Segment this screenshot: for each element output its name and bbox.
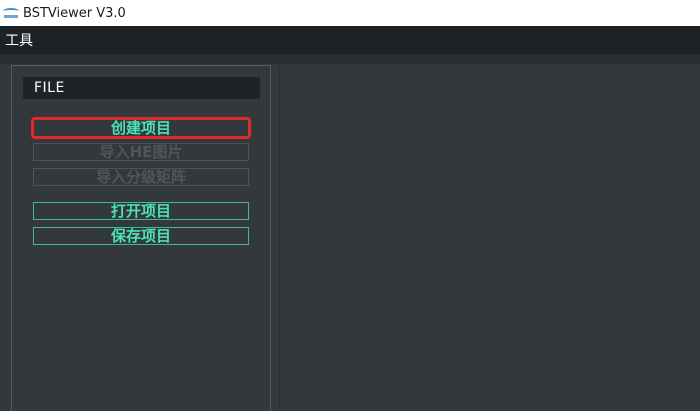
import-grading-matrix-button[interactable]: 导入分级矩阵 bbox=[33, 168, 249, 186]
create-project-button[interactable]: 创建项目 bbox=[31, 117, 251, 139]
window-title: BSTViewer V3.0 bbox=[23, 5, 126, 21]
menubar: 工具 bbox=[0, 26, 700, 54]
save-project-button[interactable]: 保存项目 bbox=[33, 227, 249, 245]
import-he-image-button[interactable]: 导入HE图片 bbox=[33, 143, 249, 161]
file-panel-title: FILE bbox=[34, 80, 65, 96]
file-panel: FILE 创建项目 导入HE图片 导入分级矩阵 打开项目 保存项目 bbox=[11, 65, 271, 411]
file-panel-header: FILE bbox=[23, 77, 260, 99]
window-titlebar: BSTViewer V3.0 bbox=[0, 0, 700, 26]
menu-tools[interactable]: 工具 bbox=[0, 30, 33, 50]
open-project-button[interactable]: 打开项目 bbox=[33, 202, 249, 220]
app-logo-icon bbox=[3, 7, 19, 19]
workspace-canvas[interactable] bbox=[279, 65, 700, 411]
toolbar-strip bbox=[0, 54, 700, 64]
